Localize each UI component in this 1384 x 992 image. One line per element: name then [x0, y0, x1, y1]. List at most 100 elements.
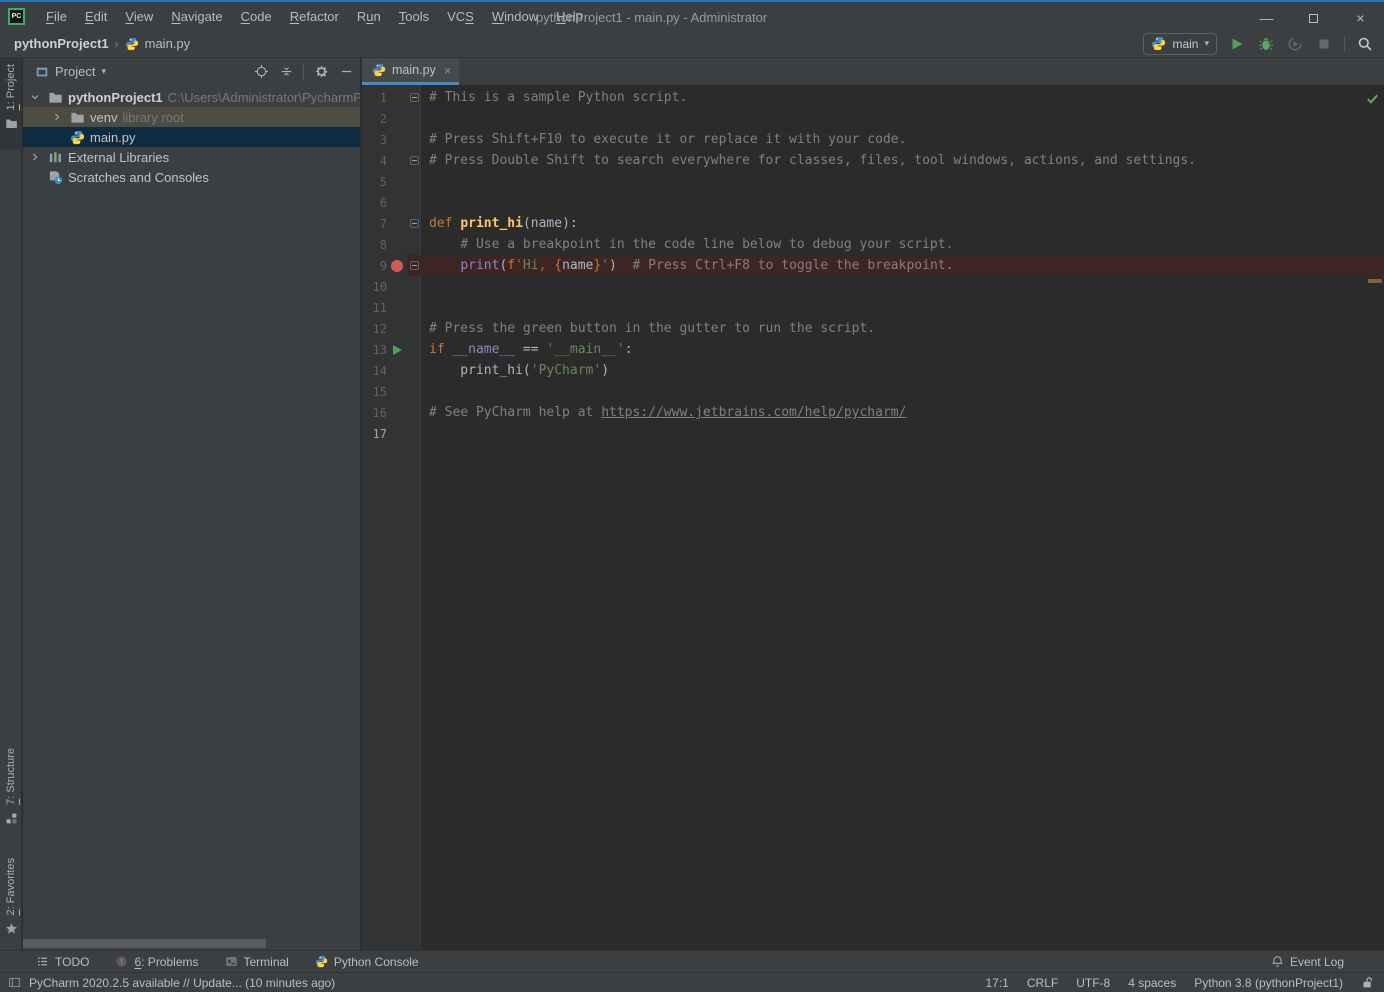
- code-line-17[interactable]: 17: [362, 423, 1384, 444]
- code-line-2[interactable]: 2: [362, 108, 1384, 129]
- inspections-ok-icon[interactable]: [1365, 91, 1380, 106]
- code-line-9[interactable]: 9 print(f'Hi, {name}') # Press Ctrl+F8 t…: [362, 255, 1384, 276]
- hide-button[interactable]: [338, 64, 354, 80]
- fold-marker-icon[interactable]: [407, 156, 422, 165]
- line-number[interactable]: 15: [362, 385, 387, 399]
- close-button[interactable]: ×: [1337, 4, 1384, 32]
- breakpoint-icon[interactable]: [391, 260, 403, 272]
- line-number[interactable]: 11: [362, 301, 387, 315]
- tool-window-button-todo[interactable]: TODO: [36, 955, 89, 969]
- line-number[interactable]: 2: [362, 112, 387, 126]
- fold-marker-icon[interactable]: [410, 93, 419, 102]
- fold-marker-icon[interactable]: [407, 261, 422, 270]
- breakpoint-dot[interactable]: [387, 260, 407, 272]
- close-icon[interactable]: ×: [444, 63, 452, 78]
- status-message[interactable]: PyCharm 2020.2.5 available // Update... …: [29, 976, 335, 990]
- help-link[interactable]: https://www.jetbrains.com/help/pycharm/: [601, 405, 906, 420]
- line-number[interactable]: 5: [362, 175, 387, 189]
- line-number[interactable]: 12: [362, 322, 387, 336]
- code-line-1[interactable]: 1# This is a sample Python script.: [362, 87, 1384, 108]
- code-line-6[interactable]: 6: [362, 192, 1384, 213]
- code-line-13[interactable]: 13if __name__ == '__main__':: [362, 339, 1384, 360]
- code-line-5[interactable]: 5: [362, 171, 1384, 192]
- menu-item-view[interactable]: View: [116, 9, 162, 24]
- code-line-3[interactable]: 3# Press Shift+F10 to execute it or repl…: [362, 129, 1384, 150]
- status-item-indent-style[interactable]: 4 spaces: [1128, 976, 1176, 990]
- code-line-14[interactable]: 14 print_hi('PyCharm'): [362, 360, 1384, 381]
- status-item-caret-position[interactable]: 17:1: [986, 976, 1009, 990]
- chevron-right-icon[interactable]: [49, 111, 65, 123]
- code-line-10[interactable]: 10: [362, 276, 1384, 297]
- horizontal-scrollbar[interactable]: [23, 939, 266, 948]
- menu-item-file[interactable]: File: [37, 9, 76, 24]
- menu-item-vcs[interactable]: VCS: [438, 9, 483, 24]
- menu-item-edit[interactable]: Edit: [76, 9, 116, 24]
- line-number[interactable]: 13: [362, 343, 387, 357]
- line-number[interactable]: 17: [362, 427, 387, 441]
- stop-button[interactable]: [1315, 35, 1333, 53]
- collapse-all-button[interactable]: [278, 64, 294, 80]
- code-editor[interactable]: 1# This is a sample Python script. 2 3# Pr…: [362, 85, 1384, 950]
- tree-item-main-py[interactable]: main.py: [23, 127, 360, 147]
- status-message-area[interactable]: PyCharm 2020.2.5 available // Update... …: [0, 976, 335, 990]
- tool-window-button-terminal[interactable]: Terminal: [225, 955, 289, 969]
- tree-item-scratches-and-consoles[interactable]: Scratches and Consoles: [23, 167, 360, 187]
- run-configuration-select[interactable]: main ▾: [1143, 33, 1217, 55]
- unlocked-lock-icon[interactable]: [1361, 976, 1374, 989]
- tool-window-button-6-problems[interactable]: 6: Problems: [115, 955, 198, 969]
- code-line-7[interactable]: 7def print_hi(name):: [362, 213, 1384, 234]
- code-line-12[interactable]: 12# Press the green button in the gutter…: [362, 318, 1384, 339]
- fold-marker-icon[interactable]: [410, 261, 419, 270]
- code-line-16[interactable]: 16# See PyCharm help at https://www.jetb…: [362, 402, 1384, 423]
- tree-item-external-libraries[interactable]: External Libraries: [23, 147, 360, 167]
- settings-button[interactable]: [313, 64, 329, 80]
- code-line-15[interactable]: 15: [362, 381, 1384, 402]
- line-number[interactable]: 3: [362, 133, 387, 147]
- menu-item-tools[interactable]: Tools: [390, 9, 438, 24]
- breadcrumb-item-main-py[interactable]: main.py: [145, 36, 191, 51]
- tool-window-button-python-console[interactable]: Python Console: [315, 955, 419, 969]
- run-button[interactable]: [1228, 35, 1246, 53]
- fold-marker-icon[interactable]: [407, 93, 422, 102]
- menu-item-code[interactable]: Code: [232, 9, 281, 24]
- line-number[interactable]: 16: [362, 406, 387, 420]
- coverage-button[interactable]: [1286, 35, 1304, 53]
- chevron-down-icon[interactable]: [27, 91, 43, 103]
- code-line-4[interactable]: 4# Press Double Shift to search everywhe…: [362, 150, 1384, 171]
- menu-item-run[interactable]: Run: [348, 9, 390, 24]
- code-line-11[interactable]: 11: [362, 297, 1384, 318]
- line-number[interactable]: 7: [362, 217, 387, 231]
- menu-item-refactor[interactable]: Refactor: [281, 9, 348, 24]
- menu-item-navigate[interactable]: Navigate: [162, 9, 231, 24]
- layout-toggle-icon[interactable]: [8, 976, 21, 989]
- line-number[interactable]: 9: [362, 259, 387, 273]
- stripe-tab-2-favorites[interactable]: 2: Favorites: [0, 852, 22, 952]
- locate-button[interactable]: [253, 64, 269, 80]
- event-log-button[interactable]: Event Log: [1271, 955, 1384, 969]
- run-line-icon[interactable]: [393, 345, 402, 355]
- stripe-tab-1-project[interactable]: 1: Project: [0, 58, 22, 150]
- status-item-file-encoding[interactable]: UTF-8: [1076, 976, 1110, 990]
- tab-main-py[interactable]: main.py ×: [362, 58, 459, 85]
- run-gutter-icon[interactable]: [387, 345, 407, 355]
- breadcrumb-item-pythonproject1[interactable]: pythonProject1: [14, 36, 109, 51]
- line-number[interactable]: 6: [362, 196, 387, 210]
- project-panel-title[interactable]: Project: [55, 64, 95, 79]
- chevron-right-icon[interactable]: [27, 151, 43, 163]
- stripe-tab-7-structure[interactable]: 7: Structure: [0, 742, 22, 846]
- line-number[interactable]: 4: [362, 154, 387, 168]
- line-number[interactable]: 8: [362, 238, 387, 252]
- minimize-button[interactable]: —: [1243, 4, 1290, 32]
- line-number[interactable]: 14: [362, 364, 387, 378]
- fold-marker-icon[interactable]: [407, 219, 422, 228]
- line-number[interactable]: 1: [362, 91, 387, 105]
- maximize-button[interactable]: [1290, 4, 1337, 32]
- debug-button[interactable]: [1257, 35, 1275, 53]
- status-item-interpreter[interactable]: Python 3.8 (pythonProject1): [1194, 976, 1343, 990]
- tree-item-pythonproject1[interactable]: pythonProject1C:\Users\Administrator\Pyc…: [23, 87, 360, 107]
- status-item-line-ending[interactable]: CRLF: [1027, 976, 1058, 990]
- fold-marker-icon[interactable]: [410, 156, 419, 165]
- tree-item-venv[interactable]: venvlibrary root: [23, 107, 360, 127]
- fold-marker-icon[interactable]: [410, 219, 419, 228]
- search-everywhere-button[interactable]: [1356, 35, 1374, 53]
